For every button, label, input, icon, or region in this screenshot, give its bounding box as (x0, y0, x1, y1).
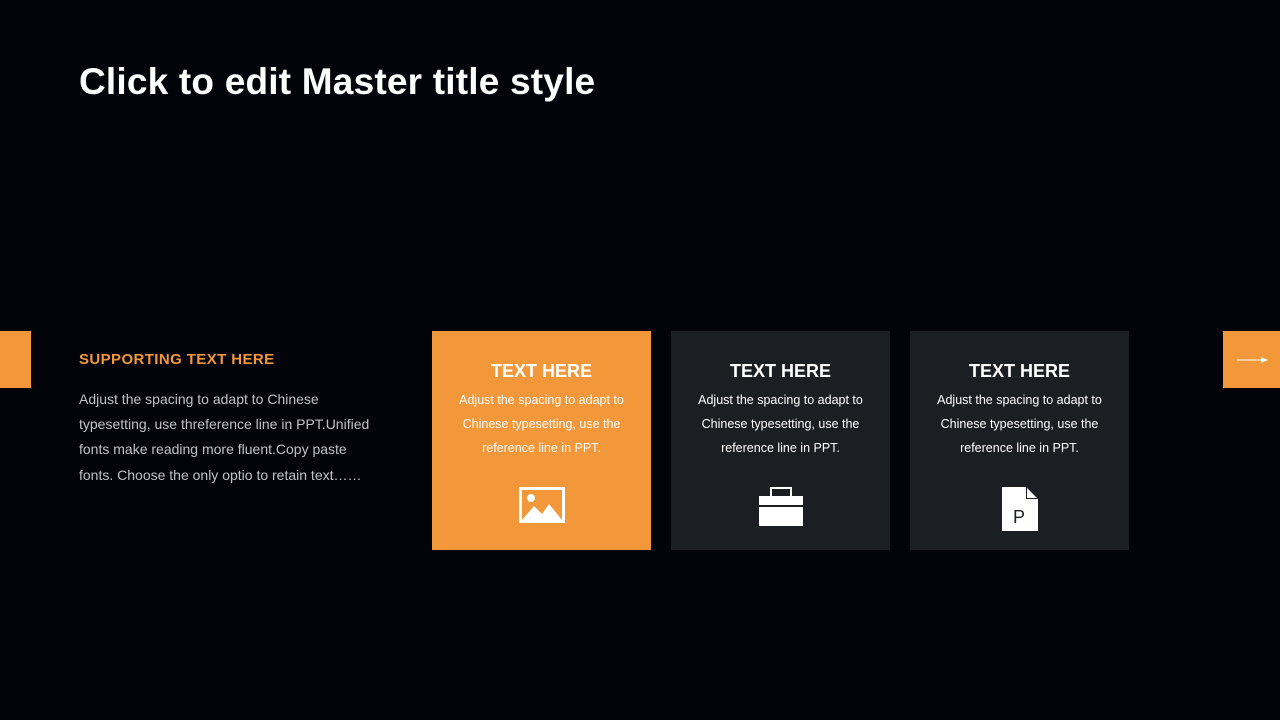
arrow-right-icon (1237, 357, 1268, 363)
image-icon (518, 487, 565, 523)
card-document[interactable]: TEXT HERE Adjust the spacing to adapt to… (910, 331, 1129, 550)
supporting-text-block: SUPPORTING TEXT HERE Adjust the spacing … (79, 350, 379, 488)
card-title: TEXT HERE (968, 361, 1070, 381)
page-title: Click to edit Master title style (79, 61, 596, 102)
document-p-icon: P (1001, 487, 1038, 531)
card-body: Adjust the spacing to adapt to Chinese t… (937, 393, 1102, 455)
card-title: TEXT HERE (490, 361, 592, 381)
card-image[interactable]: TEXT HERE Adjust the spacing to adapt to… (432, 331, 651, 550)
next-button[interactable] (1223, 331, 1280, 388)
card-title: TEXT HERE (729, 361, 831, 381)
previous-tab[interactable] (0, 331, 31, 388)
card-body: Adjust the spacing to adapt to Chinese t… (698, 393, 863, 455)
briefcase-icon (758, 487, 803, 526)
document-letter: P (1012, 507, 1024, 527)
supporting-body: Adjust the spacing to adapt to Chinese t… (79, 391, 370, 483)
card-body: Adjust the spacing to adapt to Chinese t… (459, 393, 624, 455)
supporting-heading: SUPPORTING TEXT HERE (79, 351, 275, 368)
slide: Click to edit Master title style SUPPORT… (0, 0, 1280, 720)
card-briefcase[interactable]: TEXT HERE Adjust the spacing to adapt to… (671, 331, 890, 550)
